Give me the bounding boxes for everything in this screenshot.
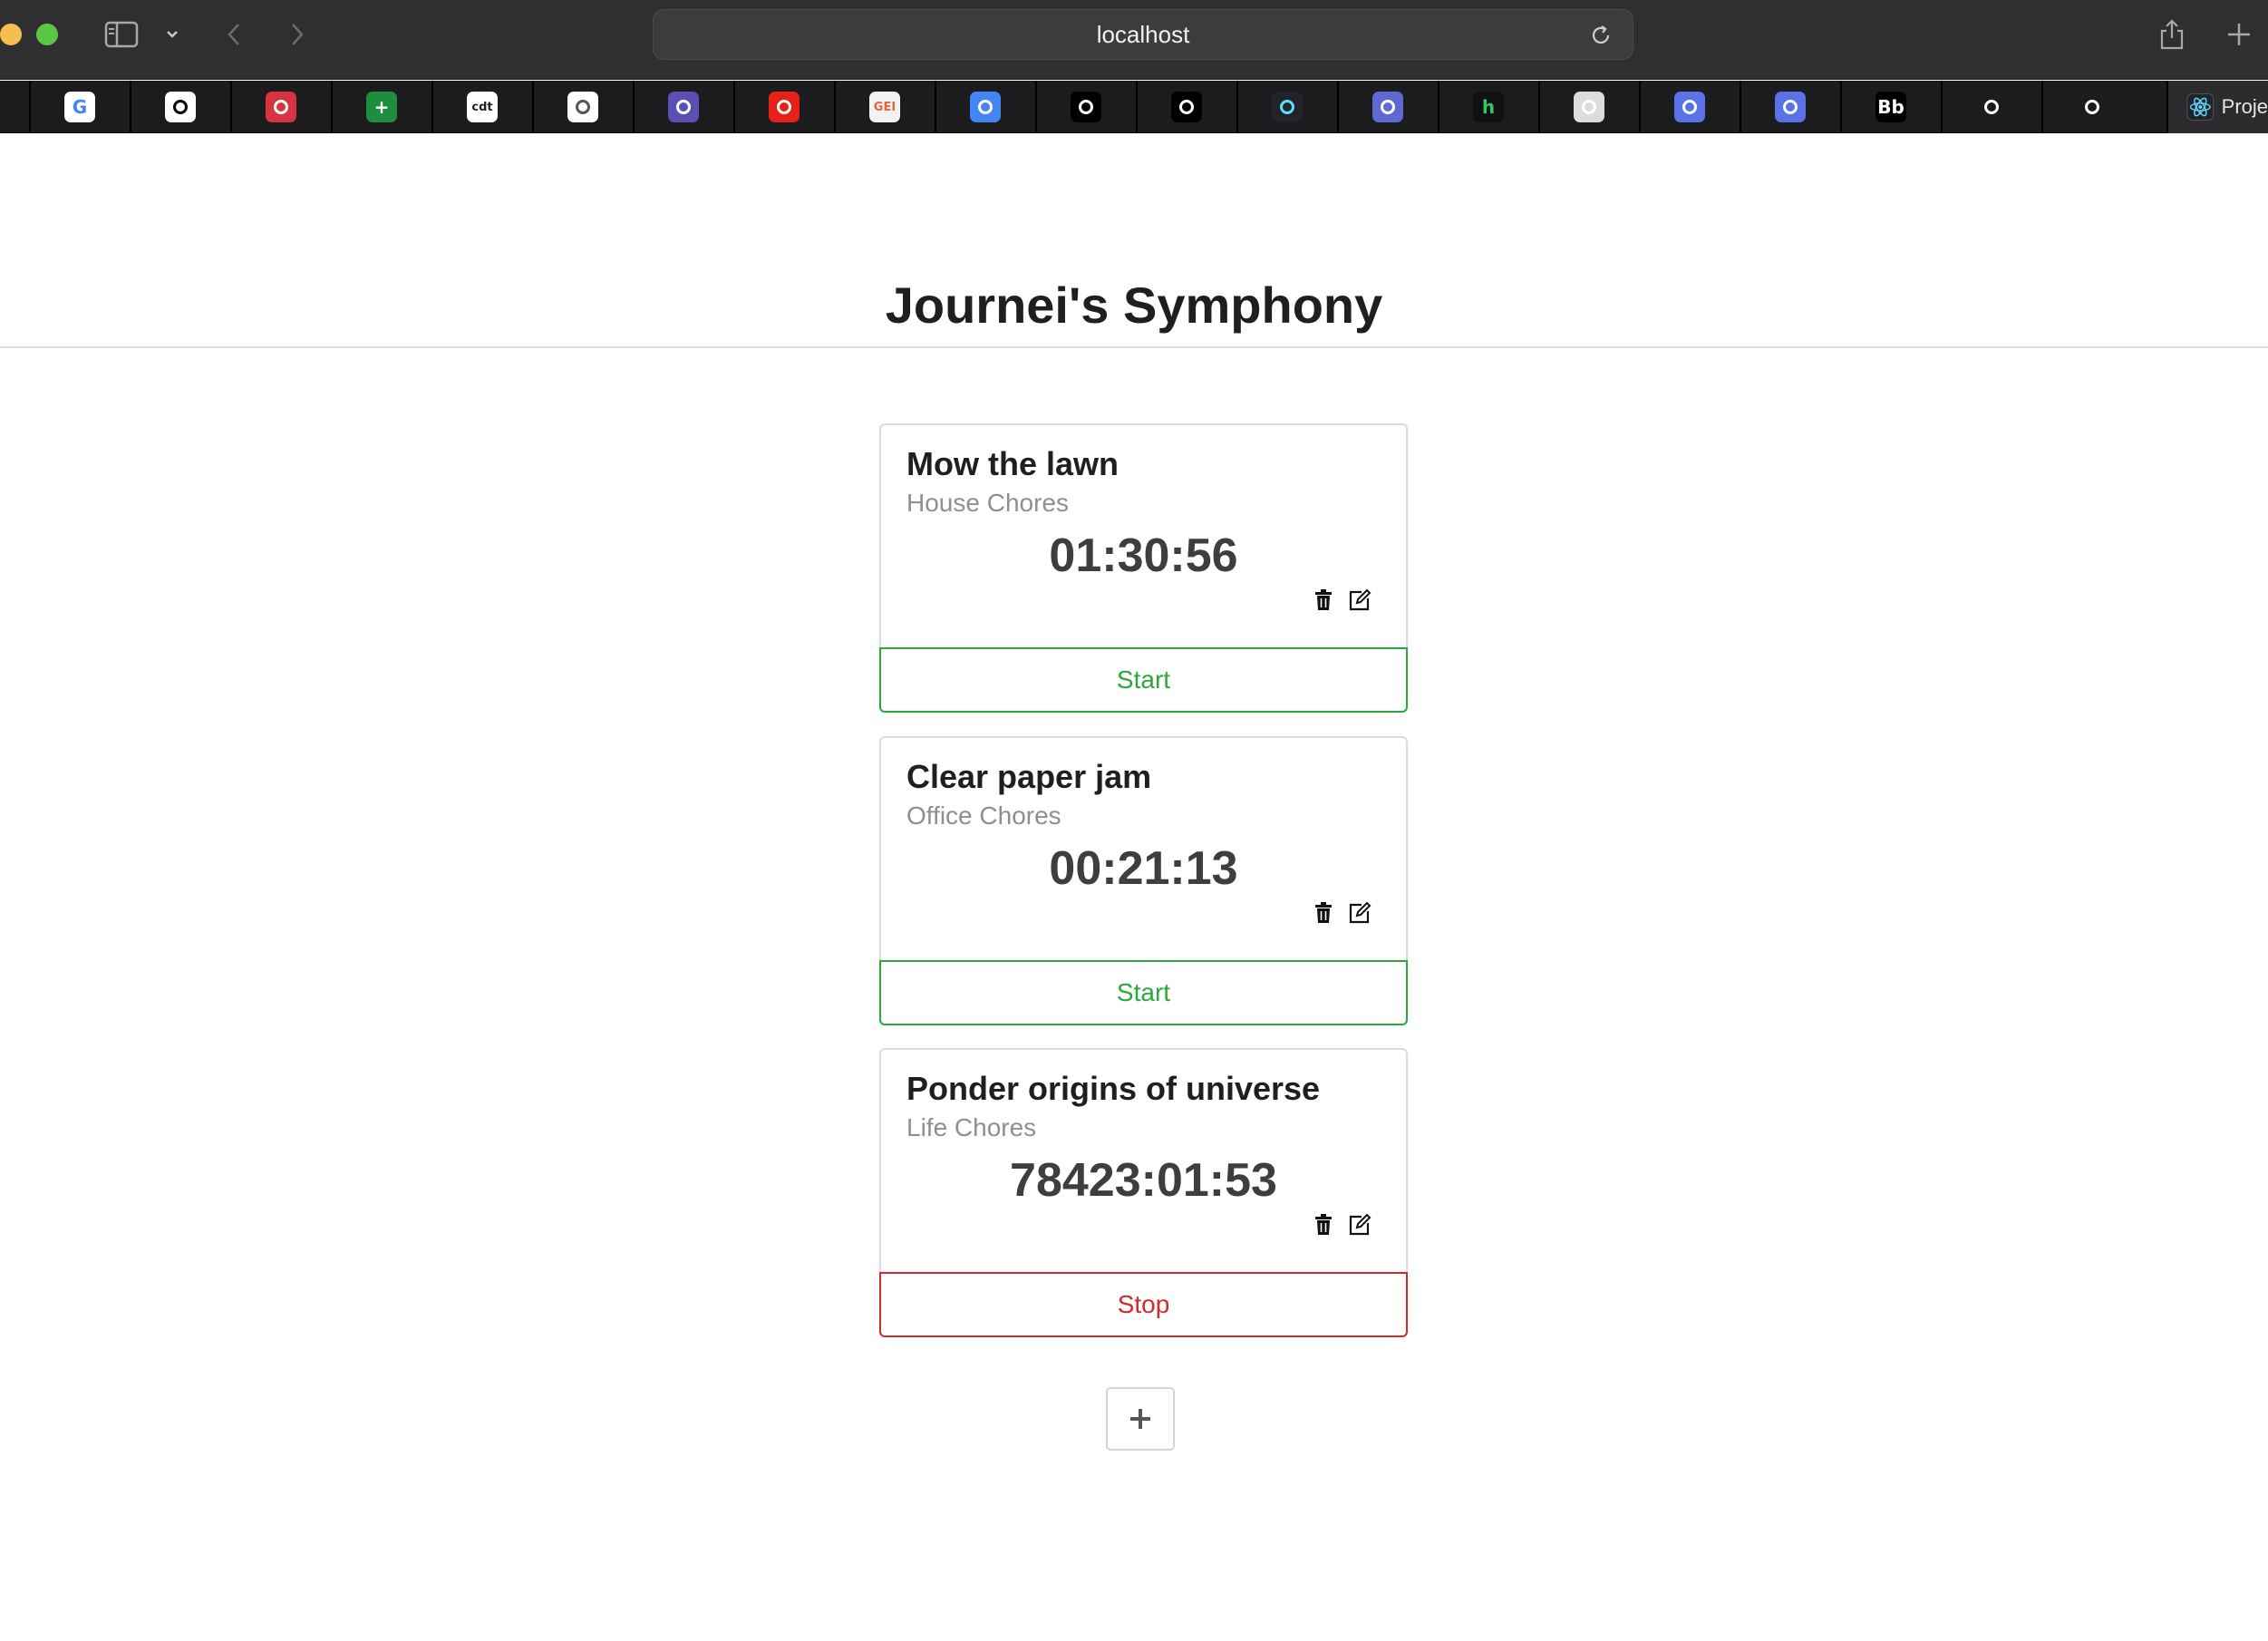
timer-elapsed: 00:21:13 (1049, 842, 1238, 895)
tab-group-menu-button[interactable] (161, 16, 183, 53)
start-button[interactable]: Start (879, 960, 1408, 1025)
back-button[interactable] (223, 16, 245, 53)
timer-title: Clear paper jam (906, 758, 1152, 795)
plus-icon (1130, 1409, 1150, 1429)
blank-icon (1574, 92, 1604, 122)
github-icon (165, 92, 196, 122)
linear-icon (1372, 92, 1403, 122)
bookmark-gei[interactable]: GEI (834, 81, 934, 133)
address-bar[interactable]: localhost (653, 9, 1633, 60)
timer-title: Ponder origins of universe (906, 1070, 1321, 1107)
bookmark-pocket[interactable] (230, 81, 330, 133)
edit-icon[interactable] (1348, 901, 1371, 925)
google-icon: G (64, 92, 95, 122)
bookmark-blank[interactable] (1538, 81, 1638, 133)
analytics-icon (2077, 92, 2108, 122)
add-timer-button[interactable] (1106, 1387, 1175, 1451)
react-icon (2186, 93, 2215, 121)
trash-icon[interactable] (1312, 1213, 1335, 1237)
sidebar-toggle-button[interactable] (103, 16, 140, 53)
bookmark-hackerrank[interactable]: h (1438, 81, 1537, 133)
browser-toolbar: localhost (0, 0, 2268, 80)
bookmark-blackboard[interactable]: Bb (1840, 81, 1940, 133)
start-button[interactable]: Start (879, 647, 1408, 713)
bookmark-ruby-docs[interactable] (532, 81, 632, 133)
share-icon (2160, 19, 2184, 50)
tab-project-label: Proje (2221, 95, 2268, 118)
bookmark-cdt[interactable]: cdt (431, 81, 531, 133)
title-divider (0, 346, 2268, 348)
share-button[interactable] (2156, 16, 2188, 53)
bookmark-codingdojo[interactable] (1639, 81, 1739, 133)
favorites-bar: G + cdt GEI h Bb Proje (0, 81, 2268, 133)
chevron-left-icon (228, 24, 239, 45)
hackerrank-icon: h (1473, 92, 1504, 122)
timer-project: House Chores (906, 489, 1069, 517)
bookmark-sheets[interactable]: + (331, 81, 431, 133)
timer-elapsed: 01:30:56 (1049, 529, 1238, 582)
timer-card: Ponder origins of universe Life Chores 7… (879, 1048, 1408, 1337)
stop-button[interactable]: Stop (879, 1272, 1408, 1337)
timer-project: Office Chores (906, 801, 1061, 830)
bookmark-linear[interactable] (1337, 81, 1437, 133)
ruby-docs-icon (567, 92, 598, 122)
bookmark-analytics[interactable] (1941, 81, 2040, 133)
blackboard-icon: Bb (1875, 92, 1906, 122)
edit-icon[interactable] (1348, 1213, 1371, 1237)
bookmark-github[interactable] (130, 81, 229, 133)
tab-project[interactable]: Proje (2166, 81, 2268, 133)
new-tab-button[interactable] (2223, 16, 2255, 53)
timer-card: Clear paper jam Office Chores 00:21:13 S… (879, 736, 1408, 1025)
chatgpt-icon (1171, 92, 1202, 122)
edit-icon[interactable] (1348, 588, 1371, 612)
zoom-window-button[interactable] (36, 24, 58, 45)
trash-icon[interactable] (1312, 901, 1335, 925)
bookmark-google[interactable]: G (29, 81, 129, 133)
bookmark-codingdojo[interactable] (1740, 81, 1839, 133)
sidebar-icon (104, 21, 139, 48)
timer-card: Mow the lawn House Chores 01:30:56 Start (879, 423, 1408, 713)
youtube-icon (769, 92, 800, 122)
bookmark-youtube[interactable] (733, 81, 833, 133)
reload-button[interactable] (1587, 22, 1614, 49)
timer-title: Mow the lawn (906, 445, 1119, 482)
docs-icon (970, 92, 1001, 122)
bookmark-chatgpt[interactable] (1035, 81, 1135, 133)
bookmark-chatgpt[interactable] (1136, 81, 1236, 133)
address-bar-url: localhost (1096, 20, 1190, 48)
chatgpt-icon (1071, 92, 1101, 122)
cdt-icon: cdt (467, 92, 498, 122)
page-title: Journei's Symphony (885, 277, 1383, 334)
codingdojo-icon (1775, 92, 1806, 122)
bookmark-react[interactable] (1236, 81, 1336, 133)
robot-icon (668, 92, 699, 122)
forward-button[interactable] (286, 16, 308, 53)
bookmark-docs[interactable] (935, 81, 1034, 133)
analytics-icon (1976, 92, 2007, 122)
minimize-window-button[interactable] (0, 24, 22, 45)
pocket-icon (266, 92, 296, 122)
plus-icon (2228, 24, 2250, 45)
react-icon (1272, 92, 1303, 122)
chevron-down-icon (167, 31, 178, 38)
bookmark-robot[interactable] (633, 81, 732, 133)
chevron-right-icon (292, 24, 304, 45)
gei-icon: GEI (869, 92, 900, 122)
trash-icon[interactable] (1312, 588, 1335, 612)
timer-project: Life Chores (906, 1113, 1037, 1141)
bookmark-analytics[interactable] (2041, 81, 2141, 133)
reload-icon (1592, 25, 1610, 44)
sheets-icon: + (366, 92, 397, 122)
codingdojo-icon (1674, 92, 1705, 122)
timer-elapsed: 78423:01:53 (1010, 1154, 1277, 1207)
